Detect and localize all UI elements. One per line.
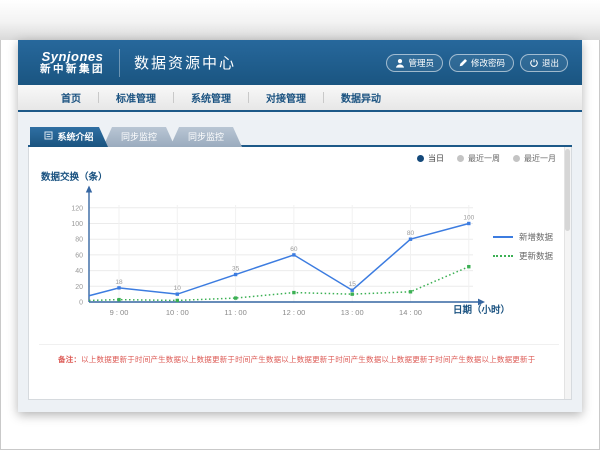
main-panel: 系统介绍 同步监控 同步监控 当日 最近一周	[28, 127, 572, 402]
data-point-marker	[467, 222, 470, 225]
x-tick-label: 9 : 00	[110, 308, 129, 317]
chart-svg: 0 20 40 60 80 100 120 9 : 00 10 : 00 11 : 00 12 : …	[49, 185, 509, 320]
tab-label: 系统介绍	[57, 127, 93, 147]
brand-logo: Synjones 新中新集团	[40, 50, 105, 76]
radio-dot-icon	[513, 155, 520, 162]
y-tick-label: 100	[71, 221, 83, 228]
screen: Synjones 新中新集团 数据资源中心 管理员 修改密码	[0, 0, 600, 450]
x-tick-label: 13 : 00	[341, 308, 364, 317]
legend-swatch-0	[493, 236, 513, 238]
header-divider	[119, 49, 120, 77]
main-nav: 首页 标准管理 系统管理 对接管理 数据异动	[18, 85, 582, 112]
x-tick-label: 10 : 00	[166, 308, 189, 317]
footer-note-prefix: 备注：	[58, 355, 81, 364]
range-option-today[interactable]: 当日	[417, 153, 444, 164]
data-point-marker	[292, 253, 295, 256]
desktop-background	[0, 0, 600, 40]
app-window: Synjones 新中新集团 数据资源中心 管理员 修改密码	[18, 40, 582, 412]
data-point-marker	[292, 291, 295, 294]
page-title: 数据资源中心	[134, 52, 236, 73]
data-point-label: 35	[232, 266, 240, 273]
brand-logo-secondary: 新中新集团	[40, 64, 105, 76]
chart-legend: 新增数据 更新数据	[493, 231, 553, 262]
y-tick-label: 80	[75, 237, 83, 244]
data-point-label: 18	[115, 279, 123, 286]
header-actions: 管理员 修改密码 退出	[386, 54, 568, 72]
data-point-label: 15	[349, 281, 357, 288]
y-axis-arrow	[86, 186, 92, 193]
legend-label: 更新数据	[519, 250, 553, 262]
data-point-marker	[467, 265, 470, 268]
logout-button[interactable]: 退出	[520, 54, 568, 72]
brand-logo-primary: Synjones	[40, 50, 105, 64]
data-point-marker	[409, 290, 412, 293]
footer-note: 备注：以上数据更新于时间产生数据以上数据更新于时间产生数据以上数据更新于时间产生…	[39, 344, 559, 365]
radio-dot-icon	[457, 155, 464, 162]
y-axis-title: 数据交换（条）	[41, 169, 108, 183]
footer-note-text: 以上数据更新于时间产生数据以上数据更新于时间产生数据以上数据更新于时间产生数据以…	[81, 355, 535, 364]
panel-body: 当日 最近一周 最近一月 数据交换（条） 0 20 40 60 80 100 120 9 : …	[28, 147, 572, 400]
range-option-last-week[interactable]: 最近一周	[457, 153, 500, 164]
app-header: Synjones 新中新集团 数据资源中心 管理员 修改密码	[18, 40, 582, 85]
data-point-marker	[234, 273, 237, 276]
legend-item-update-data[interactable]: 更新数据	[493, 250, 553, 262]
nav-item-home[interactable]: 首页	[44, 90, 98, 105]
power-icon	[529, 58, 539, 68]
y-tick-label: 0	[79, 300, 83, 307]
range-option-label: 当日	[428, 153, 444, 164]
data-point-marker	[117, 286, 120, 289]
data-point-label: 60	[290, 246, 298, 253]
y-tick-label: 20	[75, 284, 83, 291]
data-point-marker	[351, 292, 354, 295]
y-tick-label: 120	[71, 205, 83, 212]
tab-sync-monitor-2[interactable]: 同步监控	[170, 127, 242, 147]
x-tick-label: 12 : 00	[282, 308, 305, 317]
radio-dot-icon	[417, 155, 424, 162]
tab-system-intro[interactable]: 系统介绍	[30, 127, 108, 147]
document-icon	[44, 127, 53, 147]
data-point-marker	[117, 298, 120, 301]
tab-strip: 系统介绍 同步监控 同步监控	[28, 127, 572, 147]
scrollbar-track[interactable]	[564, 147, 571, 399]
y-tick-label: 60	[75, 252, 83, 259]
data-point-marker	[176, 292, 179, 295]
range-option-label: 最近一月	[524, 153, 556, 164]
data-point-marker	[234, 296, 237, 299]
data-point-marker	[409, 238, 412, 241]
x-tick-label: 11 : 00	[224, 308, 246, 317]
legend-swatch-1	[493, 255, 513, 257]
nav-item-standard-mgmt[interactable]: 标准管理	[99, 90, 173, 105]
data-point-marker	[351, 289, 354, 292]
legend-item-new-data[interactable]: 新增数据	[493, 231, 553, 243]
tab-sync-monitor-1[interactable]: 同步监控	[103, 127, 175, 147]
scrollbar-thumb[interactable]	[565, 149, 570, 231]
nav-item-data-change[interactable]: 数据异动	[324, 90, 398, 105]
y-tick-label: 40	[75, 268, 83, 275]
x-tick-label: 14 : 00	[399, 308, 422, 317]
change-password-button[interactable]: 修改密码	[449, 54, 514, 72]
edit-icon	[458, 58, 468, 68]
range-option-label: 最近一周	[468, 153, 500, 164]
data-point-label: 80	[407, 230, 415, 237]
user-button-label: 管理员	[408, 57, 434, 69]
range-option-last-month[interactable]: 最近一月	[513, 153, 556, 164]
data-point-marker	[176, 299, 179, 302]
series-line	[89, 267, 469, 301]
content-area: 系统介绍 同步监控 同步监控 当日 最近一周	[18, 114, 582, 412]
data-point-label: 10	[174, 285, 182, 292]
change-password-label: 修改密码	[471, 57, 505, 69]
nav-item-system-mgmt[interactable]: 系统管理	[174, 90, 248, 105]
data-point-label: 100	[463, 215, 474, 222]
range-filter: 当日 最近一周 最近一月	[417, 153, 556, 164]
user-button[interactable]: 管理员	[386, 54, 443, 72]
x-axis-title: 日期（小时）	[453, 304, 509, 316]
legend-label: 新增数据	[519, 231, 553, 243]
logout-label: 退出	[542, 57, 559, 69]
user-icon	[395, 58, 405, 68]
nav-item-interface-mgmt[interactable]: 对接管理	[249, 90, 323, 105]
